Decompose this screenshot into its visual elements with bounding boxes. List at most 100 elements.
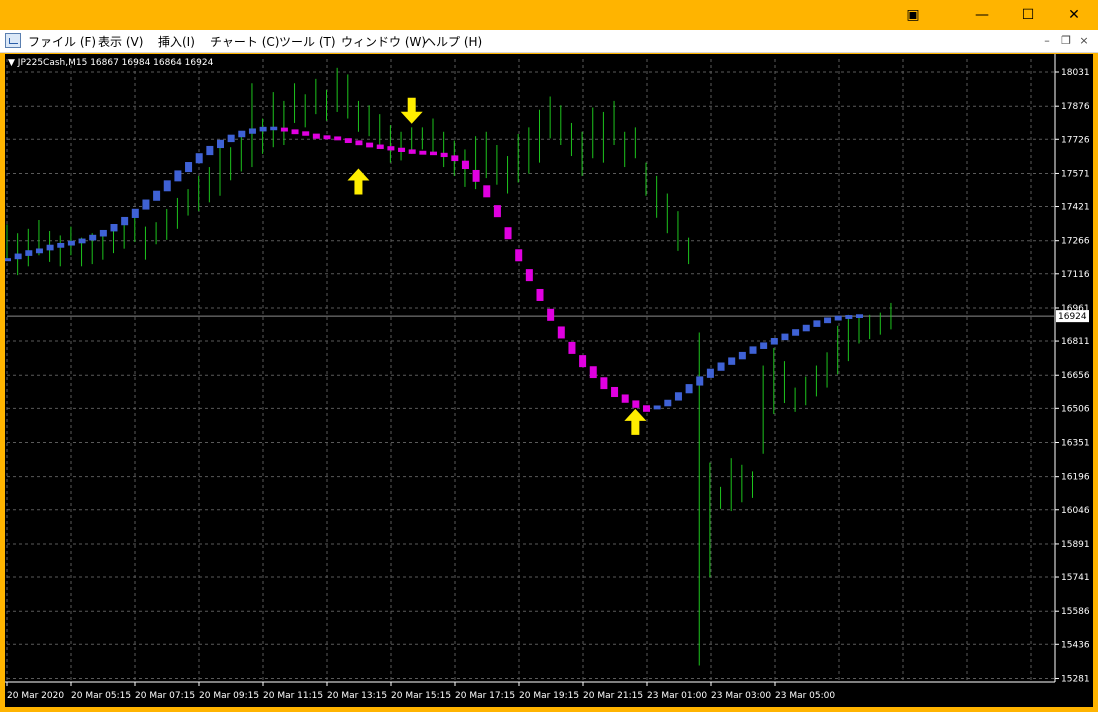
- ma-segment: [685, 384, 693, 394]
- ma-segment: [99, 229, 107, 237]
- close-button[interactable]: ✕: [1051, 0, 1097, 30]
- ma-segment: [770, 338, 778, 345]
- ma-segment: [547, 308, 555, 321]
- mdi-minimize-button[interactable]: –: [1040, 34, 1054, 47]
- ma-segment: [376, 144, 384, 149]
- mdi-close-button[interactable]: ×: [1077, 34, 1091, 47]
- ma-segment: [653, 405, 661, 410]
- ma-segment: [813, 320, 821, 327]
- y-tick-label: 15586: [1061, 607, 1090, 617]
- ma-segment: [557, 326, 565, 339]
- chart-window[interactable]: 18031 17876 17726 17571 17421 17266 17116 16961…: [4, 53, 1094, 708]
- ma-segment: [195, 153, 203, 164]
- ma-segment: [227, 134, 235, 143]
- ma-segment: [217, 139, 224, 149]
- y-tick-label: 16811: [1061, 337, 1090, 347]
- ma-segment: [781, 333, 789, 341]
- x-tick-label: 20 Mar 13:15: [327, 691, 387, 701]
- menu-help[interactable]: ヘルプ (H): [424, 33, 482, 50]
- y-tick-label: 16351: [1061, 439, 1090, 449]
- y-tick-label: 15891: [1061, 540, 1090, 550]
- ma-segment: [749, 346, 757, 354]
- mdi-restore-button[interactable]: ❐: [1059, 34, 1073, 47]
- ma-segment: [728, 357, 736, 365]
- menu-chart[interactable]: チャート (C): [210, 33, 279, 50]
- ma-segment: [185, 162, 193, 173]
- x-tick-label: 23 Mar 01:00: [647, 691, 707, 701]
- ma-segment: [163, 180, 171, 192]
- ma-segment: [387, 146, 395, 151]
- ma-segment: [664, 399, 672, 407]
- ma-segment: [302, 131, 310, 136]
- ma-segment: [291, 129, 299, 135]
- ma-segment: [248, 128, 256, 134]
- maximize-button[interactable]: ☐: [1005, 0, 1051, 30]
- ma-segment: [398, 147, 406, 152]
- price-chart[interactable]: 1803117876177261757117421172661711616961…: [5, 54, 1093, 707]
- ma-segment: [525, 269, 533, 282]
- x-tick-label: 20 Mar 05:15: [71, 691, 131, 701]
- ma-segment: [632, 400, 640, 408]
- ma-segment: [440, 152, 448, 158]
- ma-segment: [344, 138, 352, 143]
- ma-segment: [717, 362, 725, 371]
- ma-segment: [355, 140, 363, 146]
- y-tick-label: 17876: [1061, 102, 1090, 112]
- x-tick-label: 20 Mar 07:15: [135, 691, 195, 701]
- ma-segment: [451, 155, 459, 162]
- ma-segment: [472, 169, 480, 182]
- menu-file[interactable]: ファイル (F): [28, 33, 96, 50]
- y-tick-label: 17266: [1061, 237, 1090, 247]
- ma-segment: [696, 376, 704, 386]
- y-tick-label: 18031: [1061, 68, 1090, 78]
- y-tick-label: 15741: [1061, 573, 1090, 583]
- ma-segment: [600, 377, 608, 390]
- menu-window[interactable]: ウィンドウ (W): [341, 33, 426, 50]
- symbol-info: JP225Cash,M15 16867 16984 16864 16924: [17, 58, 214, 68]
- close-icon: ✕: [1068, 7, 1080, 23]
- ma-segment: [67, 240, 75, 246]
- x-tick-label: 20 Mar 2020: [7, 691, 64, 701]
- ma-segment: [483, 185, 491, 198]
- x-tick-label: 20 Mar 21:15: [583, 691, 643, 701]
- ma-segment: [589, 366, 597, 379]
- menu-tools[interactable]: ツール (T): [279, 33, 336, 50]
- ma-segment: [238, 130, 246, 138]
- ma-segment: [57, 242, 65, 248]
- ma-segment: [834, 315, 842, 321]
- ma-segment: [706, 368, 714, 378]
- y-tick-label: 15436: [1061, 640, 1090, 650]
- app-icon[interactable]: [5, 33, 21, 48]
- menu-view[interactable]: 表示 (V): [98, 33, 143, 50]
- x-tick-label: 23 Mar 03:00: [711, 691, 771, 701]
- ma-segment: [270, 126, 278, 131]
- ma-segment: [131, 208, 139, 218]
- ma-segment: [206, 145, 214, 156]
- ma-segment: [802, 324, 810, 332]
- ma-segment: [568, 341, 576, 354]
- ma-segment: [504, 227, 512, 240]
- y-tick-label: 16506: [1061, 404, 1090, 414]
- ma-segment: [824, 317, 832, 324]
- ma-segment: [323, 135, 331, 140]
- chart-symbol-line: ▼ JP225Cash,M15 16867 16984 16864 16924: [8, 58, 213, 68]
- x-tick-label: 23 Mar 05:00: [775, 691, 835, 701]
- ma-segment: [334, 136, 342, 141]
- x-tick-label: 20 Mar 09:15: [199, 691, 259, 701]
- minimize-icon: —: [975, 7, 989, 23]
- ma-segment: [174, 170, 182, 182]
- ma-segment: [78, 238, 86, 244]
- y-tick-label: 17116: [1061, 270, 1090, 280]
- menu-insert[interactable]: 挿入(I): [158, 33, 195, 50]
- ma-segment: [461, 160, 469, 170]
- minimize-button[interactable]: —: [959, 0, 1005, 30]
- y-tick-label: 16196: [1061, 473, 1090, 483]
- window-extra-button[interactable]: ▣: [890, 0, 936, 30]
- chart-background: [5, 54, 1093, 707]
- ma-segment: [46, 244, 54, 251]
- ma-segment: [312, 133, 320, 139]
- chart-dropdown-icon[interactable]: ▼: [8, 58, 15, 68]
- ma-segment: [430, 151, 437, 156]
- ma-segment: [259, 126, 267, 132]
- ma-segment: [738, 351, 746, 360]
